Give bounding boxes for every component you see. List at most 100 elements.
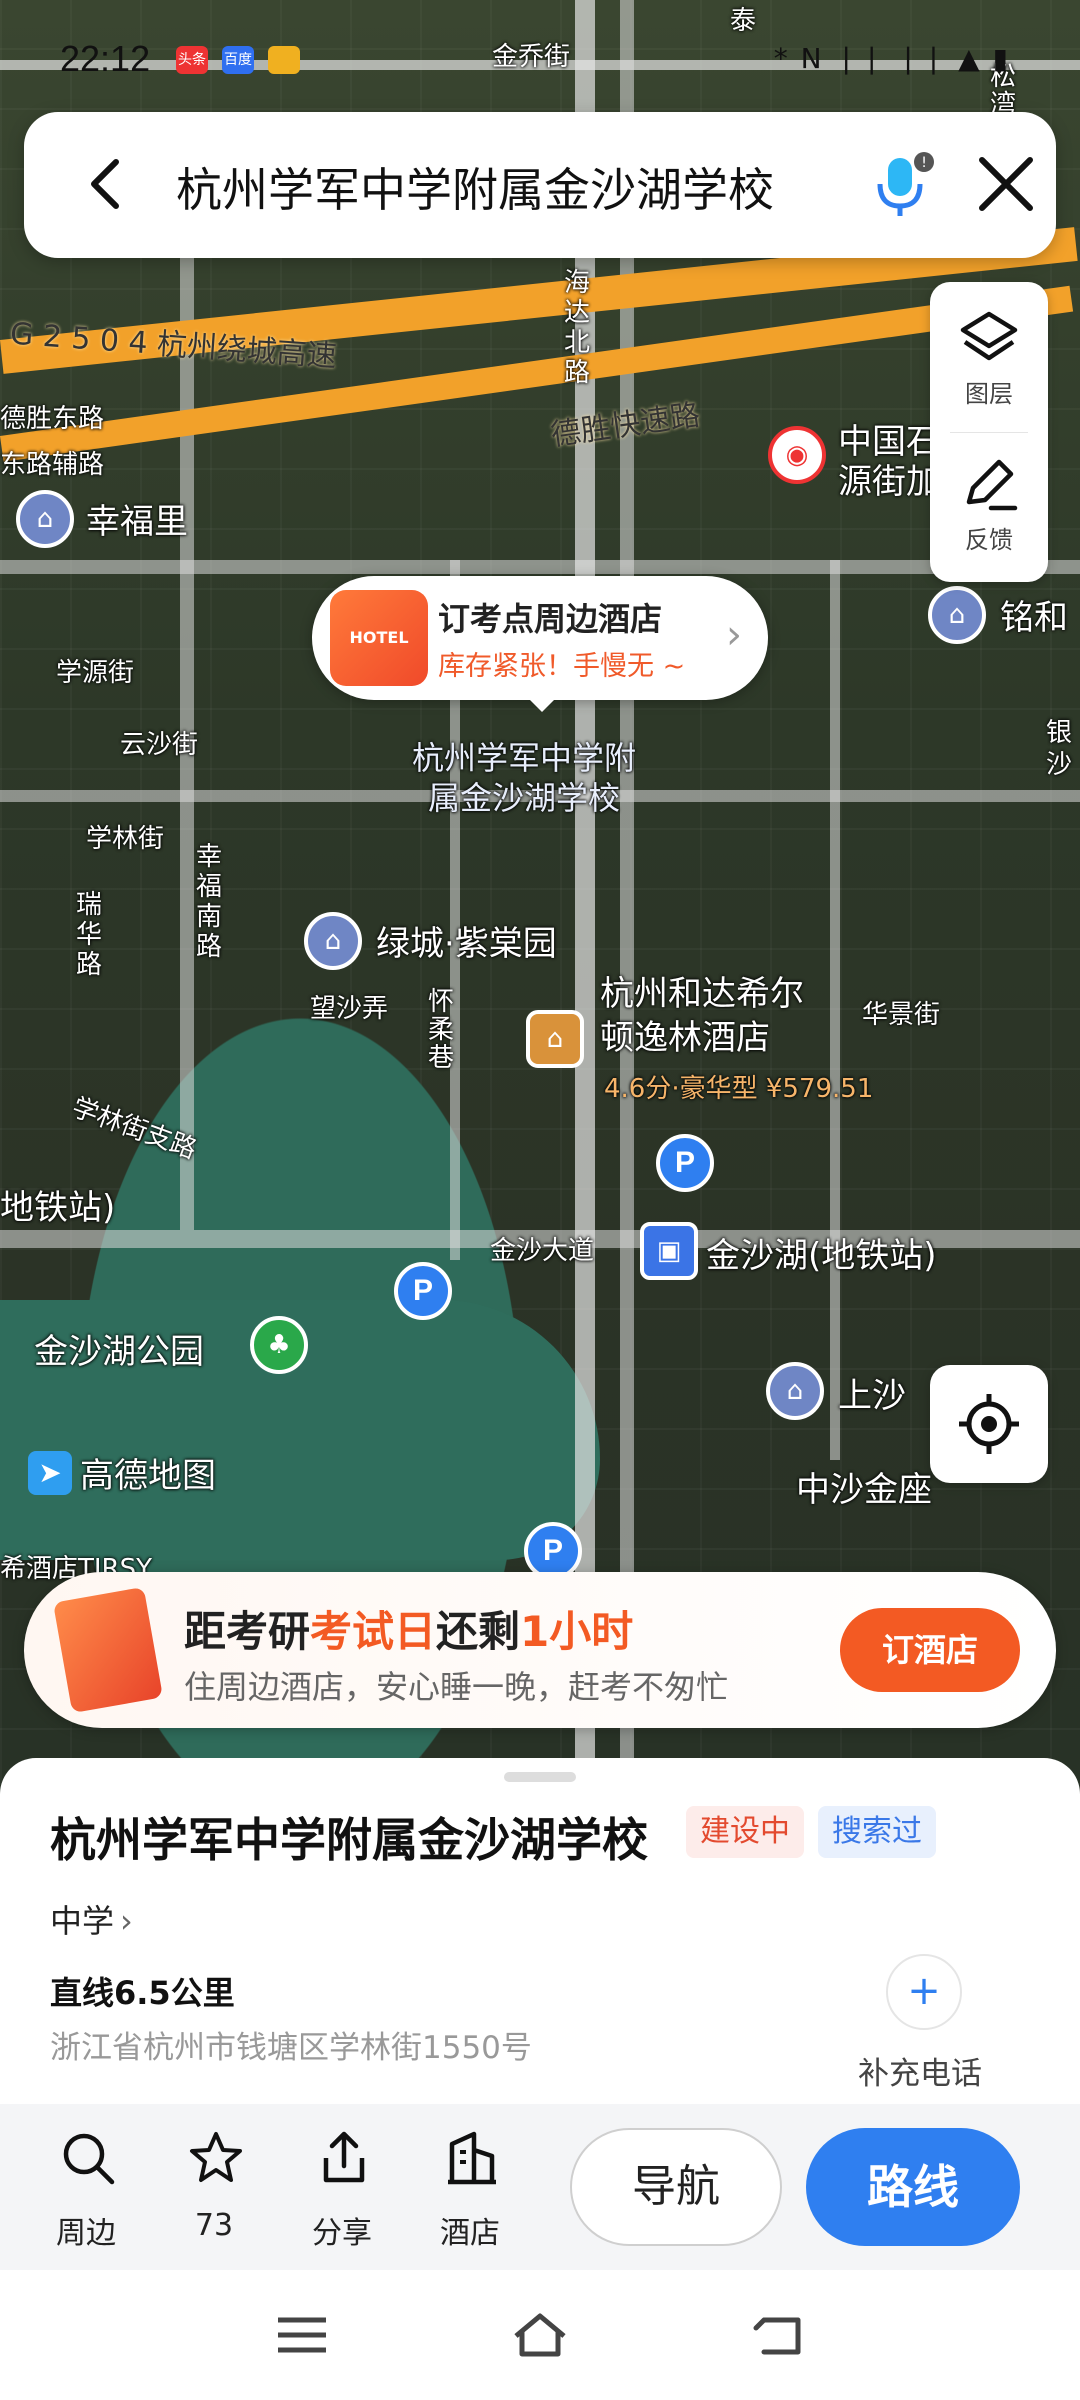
place-address[interactable]: 浙江省杭州市钱塘区学林街1550号	[50, 2022, 532, 2067]
parking-icon: P	[542, 1534, 563, 1567]
road	[0, 560, 1080, 574]
home-icon: ⌂	[324, 926, 342, 956]
hotel-price: 4.6分·豪华型 ¥579.51	[604, 1074, 874, 1104]
hotel-promo-bubble[interactable]: HOTEL 订考点周边酒店 库存紧张！手慢无 ~ ›	[312, 576, 768, 700]
searched-badge: 搜索过	[818, 1806, 936, 1858]
place-category[interactable]: 中学 ›	[50, 1896, 133, 1942]
voice-search-button[interactable]: !	[866, 150, 936, 220]
map-label: 沙	[1046, 750, 1073, 780]
category-label: 中学	[50, 1902, 115, 1940]
share-label: 分享	[312, 2216, 372, 2251]
parking-pin[interactable]: P	[394, 1262, 452, 1320]
locate-me-button[interactable]	[930, 1365, 1048, 1483]
map-tools-panel: 图层 反馈	[930, 282, 1048, 582]
poi-pin[interactable]: ⌂	[304, 912, 362, 970]
plus-icon: +	[907, 1968, 941, 2014]
poi-pin[interactable]: ◉	[768, 426, 826, 484]
place-distance: 直线6.5公里	[50, 1974, 235, 2012]
toutiao-icon: 头条	[176, 46, 208, 74]
nearby-button[interactable]: 周边	[36, 2130, 136, 2251]
metro-pin[interactable]: ▣	[640, 1222, 698, 1280]
hotel-label: 酒店	[440, 2216, 500, 2251]
map-label-school[interactable]: 杭州学军中学附 属金沙湖学校	[412, 738, 636, 818]
home-icon: ⌂	[36, 504, 54, 534]
close-button[interactable]	[976, 154, 1036, 214]
home-icon: ⌂	[786, 1376, 804, 1406]
back-button[interactable]	[78, 154, 138, 214]
map-label[interactable]: 中沙金座	[796, 1462, 932, 1511]
add-phone-button[interactable]: +	[886, 1954, 962, 2030]
map-label: 东路辅路	[0, 450, 105, 480]
map-label: 海 达 北 路	[564, 268, 591, 388]
metro-icon: ▣	[656, 1236, 682, 1266]
book-icon	[52, 1586, 164, 1714]
banner-highlight-time: 1小时	[520, 1607, 634, 1656]
map-label[interactable]: 金沙湖(地铁站)	[706, 1228, 937, 1277]
parking-pin[interactable]: P	[656, 1134, 714, 1192]
layers-button[interactable]: 图层	[930, 296, 1048, 436]
poi-pin[interactable]: ⌂	[16, 490, 74, 548]
home-icon[interactable]	[510, 2310, 570, 2360]
map-label: 学林街	[86, 824, 165, 854]
road	[830, 560, 840, 1460]
sheet-drag-handle[interactable]	[504, 1772, 576, 1782]
nearby-label: 周边	[56, 2216, 116, 2251]
poi-pin[interactable]: ⌂	[928, 586, 986, 644]
poi-pin[interactable]: ⌂	[766, 1362, 824, 1420]
favorite-button[interactable]: 73	[164, 2130, 264, 2250]
status-time: 22:12	[60, 38, 151, 79]
map-label[interactable]: 金沙湖公园	[34, 1324, 204, 1373]
bubble-pointer	[528, 698, 556, 712]
banner-prefix: 距考研	[184, 1607, 311, 1656]
baidu-icon: 百度	[222, 46, 254, 74]
edit-icon	[966, 459, 1018, 511]
layers-label: 图层	[965, 380, 1013, 408]
crosshair-icon	[959, 1394, 1019, 1454]
add-phone-label[interactable]: 补充电话	[858, 2048, 982, 2093]
map-label: 幸 福 南 路	[196, 842, 223, 962]
chevron-right-icon: ›	[726, 612, 742, 658]
feedback-button[interactable]: 反馈	[930, 442, 1048, 582]
search-query[interactable]: 杭州学军中学附属金沙湖学校	[176, 154, 774, 220]
search-bar[interactable]: 杭州学军中学附属金沙湖学校 !	[24, 112, 1056, 258]
back-icon[interactable]	[750, 2310, 810, 2360]
place-title: 杭州学军中学附属金沙湖学校	[50, 1813, 648, 1867]
home-icon: ⌂	[948, 600, 966, 630]
hotel-button[interactable]: 酒店	[420, 2130, 520, 2251]
road	[620, 0, 634, 1790]
route-button[interactable]: 路线	[806, 2128, 1020, 2246]
map-label[interactable]: 幸福里	[86, 494, 188, 543]
map-label-hotel[interactable]: 杭州和达希尔 顿逸林酒店	[600, 972, 804, 1060]
hotel-icon	[448, 2131, 496, 2185]
feedback-label: 反馈	[965, 526, 1013, 554]
park-pin[interactable]: ♣	[250, 1316, 308, 1374]
parking-icon: P	[412, 1274, 433, 1307]
share-button[interactable]: 分享	[292, 2130, 392, 2251]
chevron-right-icon: ›	[120, 1902, 133, 1940]
map-label: 瑞 华 路	[76, 890, 103, 980]
map-view[interactable]: 金乔街 泰 松 湾 G 2 5 0 4 杭州绕城高速 海 达 北 路 德胜快速路…	[0, 0, 1080, 1790]
banner-subtitle: 住周边酒店，安心睡一晚，赶考不匆忙	[184, 1668, 729, 1706]
hotel-icon: ⌂	[546, 1024, 564, 1054]
chevron-left-icon	[91, 159, 119, 209]
map-label: 源街加	[838, 462, 940, 502]
share-icon	[323, 2131, 365, 2183]
app-notification-icon	[268, 46, 300, 74]
close-icon	[979, 157, 1033, 211]
search-icon	[63, 2133, 115, 2185]
book-hotel-button[interactable]: 订酒店	[840, 1608, 1020, 1692]
menu-icon[interactable]	[272, 2310, 332, 2360]
exam-hotel-banner[interactable]: 距考研考试日还剩1小时 住周边酒店，安心睡一晚，赶考不匆忙 订酒店	[24, 1572, 1056, 1728]
amap-arrow-icon: ➤	[28, 1450, 72, 1495]
map-label: 金沙大道	[490, 1236, 595, 1266]
map-label[interactable]: 绿城·紫棠园	[376, 916, 557, 965]
map-label[interactable]: 上沙	[838, 1368, 906, 1417]
amap-logo: ➤ 高德地图	[28, 1448, 216, 1497]
svg-text:!: !	[921, 155, 927, 171]
hotel-pin[interactable]: ⌂	[526, 1010, 584, 1068]
map-label: 望沙弄	[310, 994, 389, 1024]
action-bar: 周边 73 分享 酒店 导航 路线	[0, 2104, 1080, 2270]
layers-icon	[960, 311, 1018, 361]
map-label[interactable]: 铭和	[1000, 590, 1068, 639]
navigate-button[interactable]: 导航	[570, 2128, 782, 2246]
